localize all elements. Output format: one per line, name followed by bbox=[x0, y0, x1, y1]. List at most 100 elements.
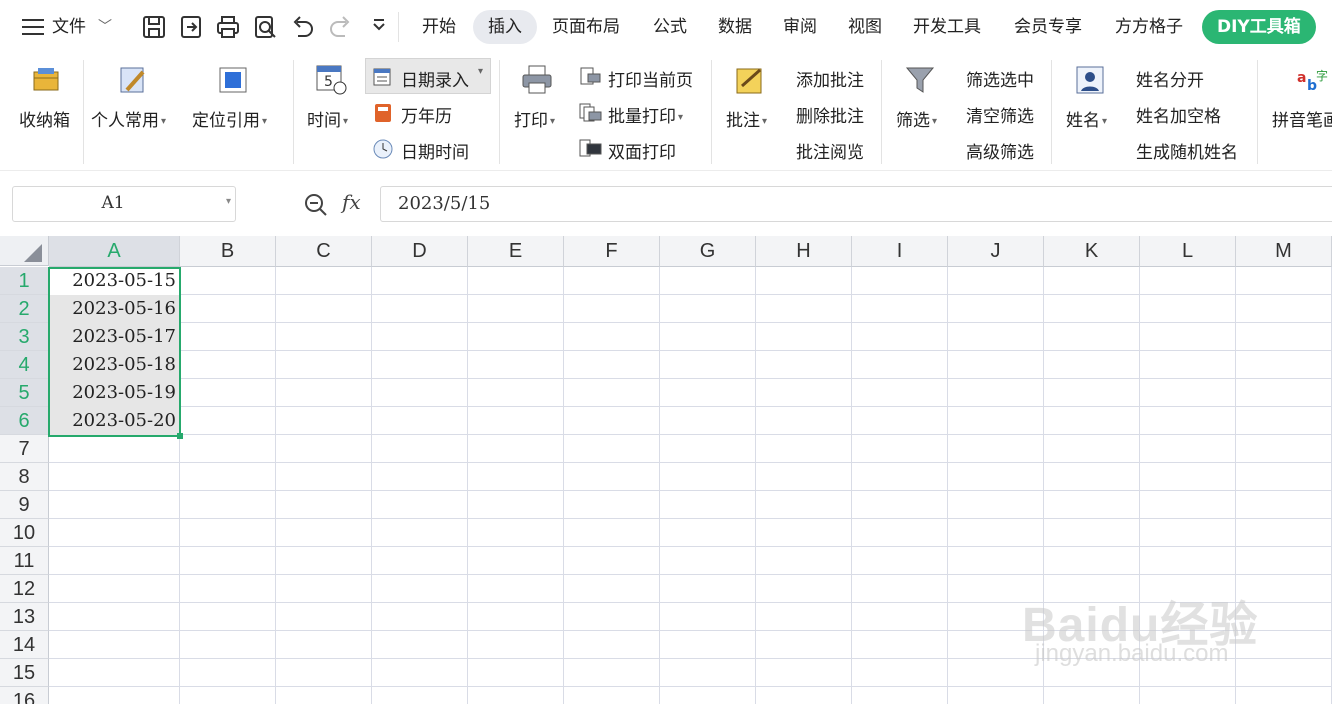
customize-dropdown-icon[interactable] bbox=[366, 14, 392, 40]
row-header-14[interactable]: 14 bbox=[0, 631, 49, 659]
shaixuanxuanzhong-button[interactable]: 筛选选中 bbox=[966, 66, 1034, 91]
column-header-g[interactable]: G bbox=[660, 236, 756, 267]
row-header-1[interactable]: 1 bbox=[0, 267, 49, 295]
tab-diy-toolbox[interactable]: DIY工具箱 bbox=[1202, 10, 1316, 44]
row-header-8[interactable]: 8 bbox=[0, 463, 49, 491]
column-header-e[interactable]: E bbox=[468, 236, 564, 267]
shounaxiang-button[interactable]: 收纳箱 bbox=[19, 106, 70, 131]
row-header-4[interactable]: 4 bbox=[0, 351, 49, 379]
undo-icon[interactable] bbox=[289, 14, 315, 40]
cell-a3[interactable]: 2023-05-17 bbox=[49, 323, 180, 351]
pinyin-icon: a b字 bbox=[1297, 68, 1328, 94]
tab-member[interactable]: 会员专享 bbox=[1014, 10, 1082, 44]
dingweiyinyong-button[interactable]: 定位引用 ▾ bbox=[192, 106, 267, 131]
row-header-7[interactable]: 7 bbox=[0, 435, 49, 463]
piliangdayin-button[interactable]: 批量打印 ▾ bbox=[608, 102, 683, 127]
tab-formulas[interactable]: 公式 bbox=[653, 10, 687, 44]
tab-page-layout[interactable]: 页面布局 bbox=[552, 10, 620, 44]
tab-data[interactable]: 数据 bbox=[718, 10, 752, 44]
redo-icon[interactable] bbox=[328, 14, 354, 40]
tab-insert[interactable]: 插入 bbox=[473, 10, 537, 44]
name-box[interactable]: A1 ▾ bbox=[12, 186, 236, 222]
pizhuyuelan-button[interactable]: 批注阅览 bbox=[796, 138, 864, 163]
column-header-i[interactable]: I bbox=[852, 236, 948, 267]
shanchupizhu-button[interactable]: 删除批注 bbox=[796, 102, 864, 127]
shuangmiandayin-button[interactable]: 双面打印 bbox=[608, 138, 676, 163]
grid-line bbox=[947, 267, 948, 704]
tab-view[interactable]: 视图 bbox=[848, 10, 882, 44]
column-header-b[interactable]: B bbox=[180, 236, 276, 267]
xingmingjiakongge-button[interactable]: 姓名加空格 bbox=[1136, 102, 1221, 127]
shaixuan-button[interactable]: 筛选 ▾ bbox=[896, 106, 937, 131]
shaixuan-label: 筛选 bbox=[896, 111, 930, 131]
gaojishaixuan-button[interactable]: 高级筛选 bbox=[966, 138, 1034, 163]
chevron-down-icon[interactable]: ﹀ bbox=[98, 10, 112, 44]
xingmingfenkai-button[interactable]: 姓名分开 bbox=[1136, 66, 1204, 91]
column-header-k[interactable]: K bbox=[1044, 236, 1140, 267]
formula-bar[interactable]: 2023/5/15 bbox=[380, 186, 1332, 222]
caret-down-icon[interactable]: ▾ bbox=[226, 196, 231, 207]
shengchengsuiji-button[interactable]: 生成随机姓名 bbox=[1136, 138, 1238, 163]
shijian-button[interactable]: 时间 ▾ bbox=[307, 106, 348, 131]
column-header-j[interactable]: J bbox=[948, 236, 1044, 267]
column-header-m[interactable]: M bbox=[1236, 236, 1332, 267]
grid-line bbox=[49, 546, 1332, 547]
tab-fangfanggezi[interactable]: 方方格子 bbox=[1115, 10, 1183, 44]
grid-line bbox=[563, 267, 564, 704]
hamburger-icon[interactable] bbox=[22, 18, 44, 35]
print-preview-icon[interactable] bbox=[252, 14, 278, 40]
export-icon[interactable] bbox=[178, 14, 204, 40]
column-header-c[interactable]: C bbox=[276, 236, 372, 267]
row-header-16[interactable]: 16 bbox=[0, 687, 49, 704]
zoom-icon[interactable] bbox=[303, 192, 329, 218]
tab-home[interactable]: 开始 bbox=[422, 10, 456, 44]
qingkongshaixuan-button[interactable]: 清空筛选 bbox=[966, 102, 1034, 127]
column-header-f[interactable]: F bbox=[564, 236, 660, 267]
select-all-corner[interactable] bbox=[0, 236, 49, 266]
row-header-11[interactable]: 11 bbox=[0, 547, 49, 575]
save-icon[interactable] bbox=[141, 14, 167, 40]
column-header-d[interactable]: D bbox=[372, 236, 468, 267]
pizhu-button[interactable]: 批注 ▾ bbox=[726, 106, 767, 131]
column-header-a[interactable]: A bbox=[49, 236, 180, 267]
column-header-h[interactable]: H bbox=[756, 236, 852, 267]
grid-line bbox=[467, 267, 468, 704]
tab-developer[interactable]: 开发工具 bbox=[913, 10, 981, 44]
row-header-10[interactable]: 10 bbox=[0, 519, 49, 547]
fx-icon[interactable]: fx bbox=[342, 190, 361, 214]
riqiluru-label: 日期录入 bbox=[401, 71, 469, 91]
pinyinbihua-button[interactable]: 拼音笔画 bbox=[1272, 106, 1332, 130]
cell-a2[interactable]: 2023-05-16 bbox=[49, 295, 180, 323]
personal-icon bbox=[120, 67, 145, 93]
cell-a1[interactable]: 2023-05-15 bbox=[49, 267, 180, 295]
wannianli-button[interactable]: 万年历 bbox=[401, 102, 452, 127]
row-header-2[interactable]: 2 bbox=[0, 295, 49, 323]
cell-a6[interactable]: 2023-05-20 bbox=[49, 407, 180, 435]
grid-line bbox=[275, 267, 276, 704]
cell-a5[interactable]: 2023-05-19 bbox=[49, 379, 180, 407]
piliangdayin-label: 批量打印 bbox=[608, 107, 676, 127]
row-header-6[interactable]: 6 bbox=[0, 407, 49, 435]
row-header-13[interactable]: 13 bbox=[0, 603, 49, 631]
column-header-l[interactable]: L bbox=[1140, 236, 1236, 267]
gerenchangyong-button[interactable]: 个人常用 ▾ bbox=[91, 106, 166, 131]
tab-review[interactable]: 审阅 bbox=[783, 10, 817, 44]
dayin-button[interactable]: 打印 ▾ bbox=[514, 106, 555, 131]
row-header-5[interactable]: 5 bbox=[0, 379, 49, 407]
grid-line bbox=[49, 350, 1332, 351]
dayindangqianye-button[interactable]: 打印当前页 bbox=[608, 66, 693, 91]
dayin-label: 打印 bbox=[514, 111, 548, 131]
filter-icon bbox=[905, 67, 935, 93]
caret-down-icon[interactable]: ▾ bbox=[478, 66, 483, 77]
print-icon[interactable] bbox=[215, 14, 241, 40]
xingming-button[interactable]: 姓名 ▾ bbox=[1066, 106, 1107, 131]
fill-handle[interactable] bbox=[177, 433, 183, 439]
row-header-3[interactable]: 3 bbox=[0, 323, 49, 351]
riqishijian-button[interactable]: 日期时间 bbox=[401, 138, 469, 163]
row-header-9[interactable]: 9 bbox=[0, 491, 49, 519]
file-menu[interactable]: 文件 bbox=[52, 10, 86, 44]
tianjiapizhu-button[interactable]: 添加批注 bbox=[796, 66, 864, 91]
cell-a4[interactable]: 2023-05-18 bbox=[49, 351, 180, 379]
row-header-12[interactable]: 12 bbox=[0, 575, 49, 603]
row-header-15[interactable]: 15 bbox=[0, 659, 49, 687]
